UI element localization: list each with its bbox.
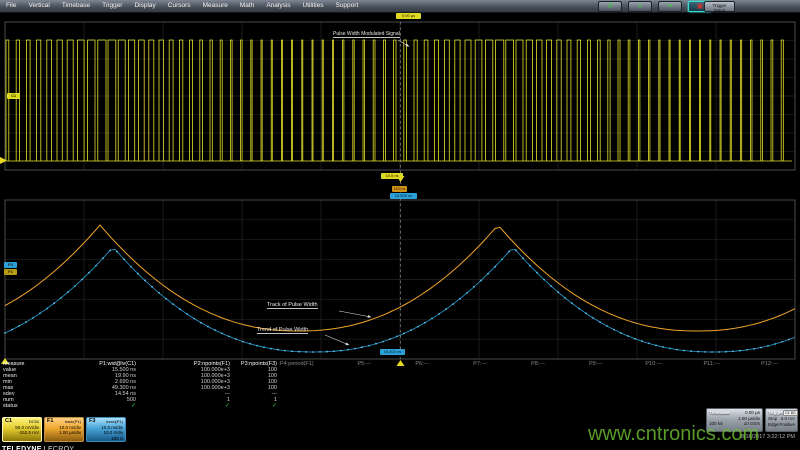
save-waveform-icon-glyph: ⇩ [637, 3, 643, 10]
annotation-trend: Trend of Pulse Width [257, 327, 308, 334]
row-label-status: status [1, 403, 57, 409]
annotation-track: Track of Pulse Width [267, 302, 318, 309]
menu-item-timebase[interactable]: Timebase [56, 0, 96, 12]
cell-status-p4 [278, 403, 336, 409]
watermark: www.cntronics.com [588, 423, 759, 445]
hardcopy-icon-glyph: ▣ [697, 3, 704, 10]
cell-status-p1: ✓ [57, 403, 137, 409]
cell-status-p6 [394, 403, 452, 409]
cell-status-p10 [625, 403, 683, 409]
menu-item-utilities[interactable]: Utilities [297, 0, 330, 12]
cell-status-p2: ✓ [137, 403, 231, 409]
oscilloscope-screen: FileVerticalTimebaseTriggerDisplayCursor… [0, 0, 800, 450]
annotation-pwm: Pulse Width Modulated Signal [333, 31, 400, 38]
teledyne-lecroy-logo: TELEDYNELECROY [2, 438, 74, 450]
recall-waveform-icon-glyph: ↪ [667, 3, 673, 10]
f3-function: trend(P1) [106, 419, 123, 425]
cursor-tag-f3[interactable]: 15.500 ns [390, 193, 417, 199]
f3-points: 100 S [89, 436, 123, 442]
toolbar: ↺ ⇩ ↪ ▣ [598, 1, 712, 12]
menu-item-file[interactable]: File [0, 0, 22, 12]
save-waveform-icon[interactable]: ⇩ [628, 1, 652, 12]
undo-icon[interactable]: ↺ [598, 1, 622, 12]
f1-hscale: 1.00 µs/div [47, 430, 81, 436]
cell-status-p7 [452, 403, 510, 409]
measure-table: MeasureP1:wid@lv(C1)P2:npoints(F1)P3:npo… [1, 361, 799, 409]
menu-item-vertical[interactable]: Vertical [22, 0, 55, 12]
cursor-tag-f1[interactable]: 19.9 ns [392, 186, 407, 192]
timebase-title: Timebase [709, 410, 730, 416]
cell-status-p5 [336, 403, 394, 409]
cursor-tag-bottom[interactable]: 15.500 ns [380, 349, 405, 355]
c1-coupling: DC50 [29, 419, 39, 425]
menu-item-display[interactable]: Display [128, 0, 161, 12]
f3-descriptor-box[interactable]: F3 trend(P1) 10.0 ns/div 10.0 #/div 100 … [86, 417, 126, 442]
menu-item-measure[interactable]: Measure [197, 0, 234, 12]
f3-trace-label[interactable]: F3 [4, 262, 17, 268]
f1-trace-label[interactable]: F1 [4, 269, 17, 275]
menu-item-cursors[interactable]: Cursors [162, 0, 197, 12]
c1-label: C1 [5, 419, 12, 425]
trigger-slope: Positive [779, 422, 795, 428]
f3-label: F3 [89, 419, 95, 425]
f1-function: track(P1) [65, 419, 81, 425]
trigger-title: Trigger [768, 410, 783, 416]
recall-waveform-icon[interactable]: ↪ [658, 1, 682, 12]
menu-item-trigger[interactable]: Trigger [96, 0, 128, 12]
trigger-setup-button[interactable]: Trigger Setup [704, 1, 735, 12]
trigger-type: Edge [768, 422, 779, 428]
menu-item-math[interactable]: Math [234, 0, 260, 12]
timebase-delay: 0.00 µs [745, 410, 760, 416]
f1-label: F1 [47, 419, 53, 425]
cell-status-p9 [567, 403, 625, 409]
trigger-setup-label-2: Setup [705, 8, 734, 13]
menu-item-analysis[interactable]: Analysis [260, 0, 296, 12]
undo-icon-glyph: ↺ [607, 3, 613, 10]
c1-trace-label[interactable]: C1 [7, 93, 20, 99]
trigger-time-tag[interactable]: 0.00 µs [396, 13, 421, 19]
c1-offset: -152.5 mV [5, 430, 39, 436]
trigger-box[interactable]: Trigger C1 DC Stop 0.0 mV Edge Positive [765, 408, 798, 432]
menu-item-support[interactable]: Support [329, 0, 364, 12]
cell-status-p8 [510, 403, 568, 409]
cursor-tag-c1[interactable]: 15.5 ns [381, 173, 403, 179]
cell-status-p3: ✓ [231, 403, 278, 409]
